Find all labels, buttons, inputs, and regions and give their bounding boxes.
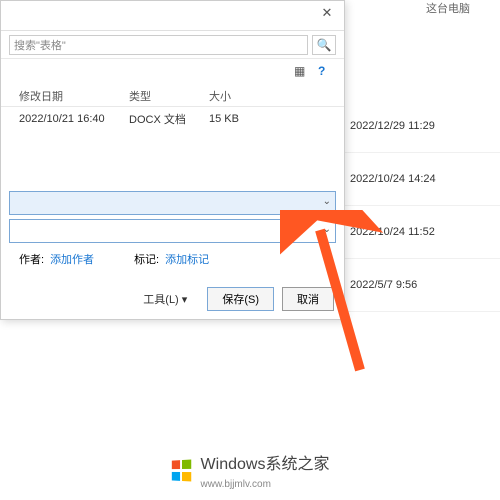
column-headers: 修改日期 类型 大小 bbox=[1, 85, 344, 107]
watermark-url: www.bjjmlv.com bbox=[201, 479, 271, 490]
help-icon[interactable]: ? bbox=[318, 64, 334, 80]
file-size: 15 KB bbox=[201, 113, 261, 125]
view-icon[interactable]: ▦ bbox=[294, 64, 310, 80]
add-tag-link[interactable]: 添加标记 bbox=[165, 251, 209, 267]
background-item[interactable]: 2022/10/24 11:52 bbox=[320, 206, 500, 259]
file-date: 2022/10/21 16:40 bbox=[11, 113, 121, 125]
cancel-button[interactable]: 取消 bbox=[282, 287, 334, 311]
search-icon[interactable]: 🔍 bbox=[312, 35, 336, 55]
background-file-list: 这台电脑 2022/12/29 11:29 2022/10/24 14:24 2… bbox=[320, 0, 500, 400]
background-item[interactable]: 2022/12/29 11:29 bbox=[320, 100, 500, 153]
windows-logo-icon bbox=[171, 459, 193, 482]
column-size[interactable]: 大小 bbox=[201, 88, 261, 104]
background-header-fragment: 这台电脑 bbox=[426, 0, 470, 16]
close-button[interactable]: ✕ bbox=[318, 5, 336, 23]
file-row[interactable]: 2022/10/21 16:40 DOCX 文档 15 KB bbox=[1, 107, 344, 131]
watermark-title: Windows系统之家 bbox=[201, 456, 330, 473]
metadata-row: 作者: 添加作者 标记: 添加标记 bbox=[9, 247, 336, 271]
tag-label: 标记: bbox=[134, 251, 159, 267]
background-item[interactable]: 2022/5/7 9:56 bbox=[320, 259, 500, 312]
watermark: Windows系统之家 www.bjjmlv.com bbox=[0, 450, 500, 492]
column-type[interactable]: 类型 bbox=[121, 88, 201, 104]
column-date[interactable]: 修改日期 bbox=[11, 88, 121, 104]
chevron-down-icon[interactable]: ⌄ bbox=[323, 196, 331, 207]
save-dialog: ✕ 搜索"表格" 🔍 ▦ ? 修改日期 类型 大小 2022/10/21 16:… bbox=[0, 0, 345, 320]
dialog-buttons: 工具(L) ▾ 保存(S) 取消 bbox=[143, 287, 334, 311]
add-author-link[interactable]: 添加作者 bbox=[50, 251, 94, 267]
tools-dropdown[interactable]: 工具(L) ▾ bbox=[143, 291, 187, 307]
filename-section: ⌄ ⌄ 作者: 添加作者 标记: 添加标记 bbox=[9, 191, 336, 271]
dialog-toolbar: ▦ ? bbox=[1, 59, 344, 85]
search-input[interactable]: 搜索"表格" bbox=[9, 35, 308, 55]
dialog-titlebar: ✕ bbox=[1, 1, 344, 31]
author-label: 作者: bbox=[19, 251, 44, 267]
search-bar: 搜索"表格" 🔍 bbox=[1, 31, 344, 59]
filename-input[interactable]: ⌄ bbox=[9, 191, 336, 215]
chevron-down-icon[interactable]: ⌄ bbox=[323, 224, 331, 235]
save-button[interactable]: 保存(S) bbox=[207, 287, 274, 311]
chevron-down-icon: ▾ bbox=[182, 294, 188, 306]
filetype-dropdown[interactable]: ⌄ bbox=[9, 219, 336, 243]
background-item[interactable]: 2022/10/24 14:24 bbox=[320, 153, 500, 206]
file-type: DOCX 文档 bbox=[121, 111, 201, 127]
